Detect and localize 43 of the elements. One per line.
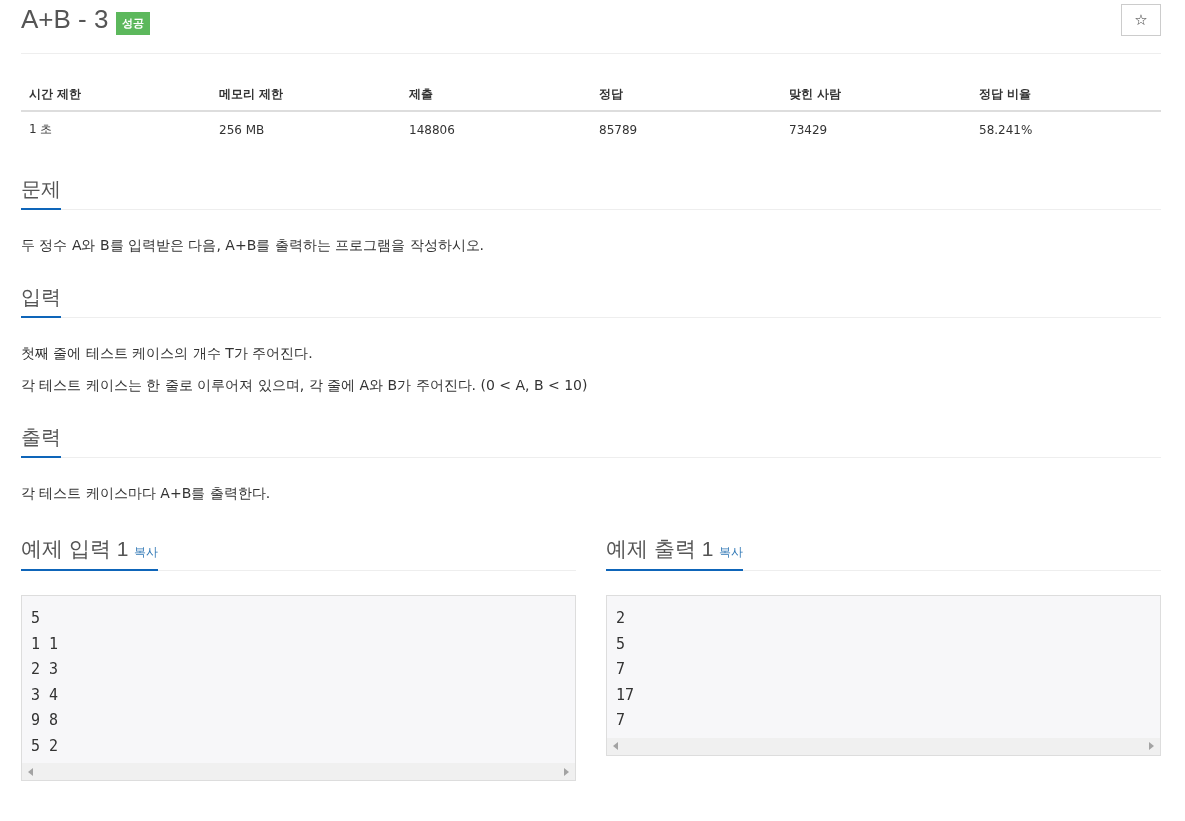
table-cell: 1 초: [21, 111, 211, 147]
scroll-right-icon[interactable]: [564, 767, 569, 776]
code-line: 5: [31, 608, 42, 629]
favorite-button[interactable]: ☆: [1121, 4, 1161, 36]
sample-heading: 예제 출력 1: [606, 536, 714, 562]
code-line: 7: [616, 710, 627, 731]
horizontal-scrollbar[interactable]: [22, 763, 575, 780]
problem-title: A+B - 3: [21, 4, 109, 35]
code-line: 5 2: [31, 735, 60, 757]
section-heading: 문제: [21, 175, 61, 210]
code-line: 5: [616, 633, 627, 655]
scroll-right-icon[interactable]: [1149, 742, 1154, 750]
table-header: 메모리 제한: [211, 81, 401, 111]
table-header: 시간 제한: [21, 81, 211, 111]
table-cell: 73429: [781, 111, 971, 147]
copy-link[interactable]: 복사: [719, 544, 744, 561]
table-header: 맞힌 사람: [781, 81, 971, 111]
paragraph: 첫째 줄에 테스트 케이스의 개수 T가 주어진다.: [21, 344, 314, 363]
horizontal-scrollbar[interactable]: [607, 737, 1160, 755]
table-cell: 85789: [591, 111, 781, 147]
code-line: 9 8: [31, 710, 60, 731]
code-line: 17: [616, 684, 636, 706]
paragraph: 각 테스트 케이스는 한 줄로 이루어져 있으며, 각 줄에 A와 B가 주어진다. (0 < A, B < 10): [21, 376, 589, 395]
table-cell: 148806: [401, 111, 591, 147]
table-header: 정답 비율: [971, 81, 1161, 111]
table-header: 정답: [591, 81, 781, 111]
table-cell: 58.241%: [971, 111, 1161, 147]
paragraph: 각 테스트 케이스마다 A+B를 출력한다.: [21, 484, 272, 503]
table-header: 제출: [401, 81, 591, 111]
code-line: 1 1: [31, 633, 60, 655]
section-heading: 출력: [21, 423, 61, 458]
code-line: 2 3: [31, 659, 60, 680]
section-heading: 입력: [21, 283, 61, 318]
code-line: 2: [616, 608, 627, 629]
sample-heading: 예제 입력 1: [21, 536, 129, 562]
code-line: 7: [616, 659, 627, 680]
copy-link[interactable]: 복사: [134, 544, 159, 561]
paragraph: 두 정수 A와 B를 입력받은 다음, A+B를 출력하는 프로그램을 작성하시오.: [21, 236, 486, 255]
table-cell: 256 MB: [211, 111, 401, 147]
scroll-left-icon[interactable]: [28, 767, 33, 776]
code-line: 3 4: [31, 684, 60, 706]
status-badge: 성공: [116, 12, 151, 35]
scroll-left-icon[interactable]: [613, 742, 618, 750]
